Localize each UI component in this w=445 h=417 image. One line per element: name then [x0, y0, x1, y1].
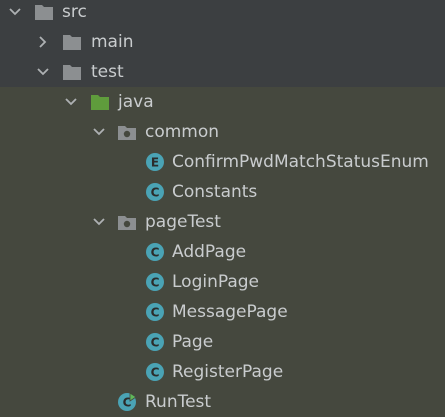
class-icon: C: [146, 243, 164, 261]
class-badge-letter: C: [151, 246, 160, 260]
enum-badge-letter: E: [151, 156, 159, 170]
tree-item-label: LoginPage: [172, 272, 260, 292]
tree-item-add-page[interactable]: C AddPage: [0, 237, 445, 267]
class-icon: C: [146, 363, 164, 381]
class-icon: C: [146, 333, 164, 351]
tree-item-label: RegisterPage: [172, 362, 284, 382]
tree-item-label: Constants: [172, 182, 258, 202]
test-source-folder-icon: [91, 95, 109, 110]
tree-item-label: main: [91, 32, 134, 52]
class-icon: C: [146, 183, 164, 201]
tree-item-label: test: [91, 62, 124, 82]
tree-item-label: common: [145, 122, 220, 142]
tree-item-label: MessagePage: [172, 302, 288, 322]
tree-item-common[interactable]: common: [0, 117, 445, 147]
tree-item-test[interactable]: test: [0, 57, 445, 87]
tree-item-label: java: [118, 92, 154, 112]
tree-item-label: AddPage: [172, 242, 247, 262]
class-badge-letter: C: [151, 276, 160, 290]
class-badge-letter: C: [151, 366, 160, 380]
tree-item-run-test[interactable]: C RunTest: [0, 387, 445, 417]
chevron-down-icon[interactable]: [91, 124, 107, 140]
chevron-right-icon[interactable]: [35, 34, 51, 50]
tree-item-page[interactable]: C Page: [0, 327, 445, 357]
folder-icon: [35, 5, 53, 20]
folder-icon: [63, 35, 81, 50]
chevron-down-icon[interactable]: [7, 4, 23, 20]
class-badge-letter: C: [151, 336, 160, 350]
tree-item-src[interactable]: src: [0, 0, 445, 27]
tree-item-confirm-pwd-match-status-enum[interactable]: E ConfirmPwdMatchStatusEnum: [0, 147, 445, 177]
tree-item-register-page[interactable]: C RegisterPage: [0, 357, 445, 387]
tree-item-main[interactable]: main: [0, 27, 445, 57]
class-badge-letter: C: [151, 306, 160, 320]
tree-item-constants[interactable]: C Constants: [0, 177, 445, 207]
package-icon: [118, 126, 136, 140]
tree-item-login-page[interactable]: C LoginPage: [0, 267, 445, 297]
tree-item-label: ConfirmPwdMatchStatusEnum: [172, 152, 429, 172]
tree-item-message-page[interactable]: C MessagePage: [0, 297, 445, 327]
folder-icon: [63, 65, 81, 80]
runnable-class-icon: C: [118, 392, 137, 411]
chevron-down-icon[interactable]: [63, 94, 79, 110]
tree-item-label: pageTest: [145, 212, 221, 232]
tree-item-page-test[interactable]: pageTest: [0, 207, 445, 237]
tree-item-label: src: [62, 2, 87, 22]
enum-icon: E: [146, 153, 164, 171]
tree-item-label: RunTest: [145, 392, 212, 412]
project-tree: src main test java common E ConfirmPwdMa…: [0, 0, 445, 417]
chevron-down-icon[interactable]: [91, 214, 107, 230]
class-badge-letter: C: [151, 186, 160, 200]
chevron-down-icon[interactable]: [35, 64, 51, 80]
tree-item-label: Page: [172, 332, 214, 352]
class-icon: C: [146, 273, 164, 291]
tree-item-java[interactable]: java: [0, 87, 445, 117]
package-icon: [118, 216, 136, 230]
class-icon: C: [146, 303, 164, 321]
